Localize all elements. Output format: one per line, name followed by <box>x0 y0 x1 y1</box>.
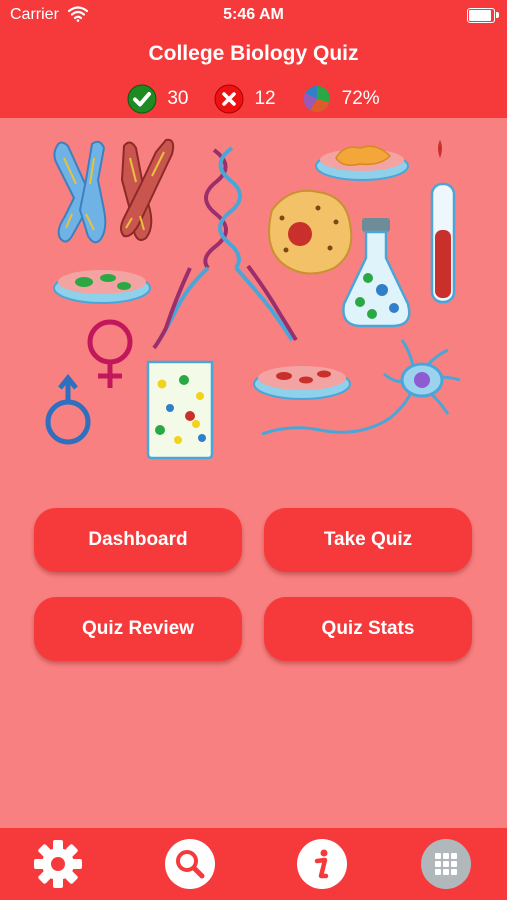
quiz-review-button[interactable]: Quiz Review <box>34 597 242 661</box>
petri-dish-icon <box>315 145 409 181</box>
correct-count: 30 <box>127 84 188 114</box>
score-summary: 30 12 72% <box>0 84 507 114</box>
app-header: College Biology Quiz 30 12 72% <box>0 30 507 118</box>
incorrect-count: 12 <box>214 84 276 114</box>
test-tube-icon <box>430 140 456 304</box>
score-percent: 72% <box>302 84 380 114</box>
checkmark-icon <box>127 84 157 114</box>
female-symbol-icon <box>87 319 133 388</box>
incorrect-count-value: 12 <box>254 88 276 109</box>
biology-illustration <box>45 138 461 460</box>
beaker-icon <box>146 360 214 460</box>
chromosome-blue-icon <box>53 140 107 244</box>
status-time: 5:46 AM <box>223 6 284 23</box>
gear-icon[interactable] <box>32 838 84 890</box>
quiz-stats-button[interactable]: Quiz Stats <box>264 597 472 661</box>
cross-icon <box>214 84 244 114</box>
grid-icon[interactable] <box>420 838 472 890</box>
search-icon[interactable] <box>164 838 216 890</box>
page-title: College Biology Quiz <box>148 42 359 65</box>
male-symbol-icon <box>45 373 91 445</box>
score-percent-value: 72% <box>341 88 380 109</box>
bottom-tab-bar <box>0 828 507 900</box>
take-quiz-button[interactable]: Take Quiz <box>264 508 472 572</box>
info-icon[interactable] <box>296 838 348 890</box>
status-bar: Carrier 5:46 AM <box>0 0 507 30</box>
dashboard-button[interactable]: Dashboard <box>34 508 242 572</box>
flask-icon <box>342 218 411 328</box>
pie-chart-icon <box>303 86 330 113</box>
petri-dish-red-icon <box>253 366 351 400</box>
correct-count-value: 30 <box>167 88 189 109</box>
battery-icon <box>467 8 499 23</box>
petri-dish-green-icon <box>53 270 151 304</box>
cell-icon <box>268 189 353 275</box>
chromosome-red-icon <box>120 138 175 241</box>
